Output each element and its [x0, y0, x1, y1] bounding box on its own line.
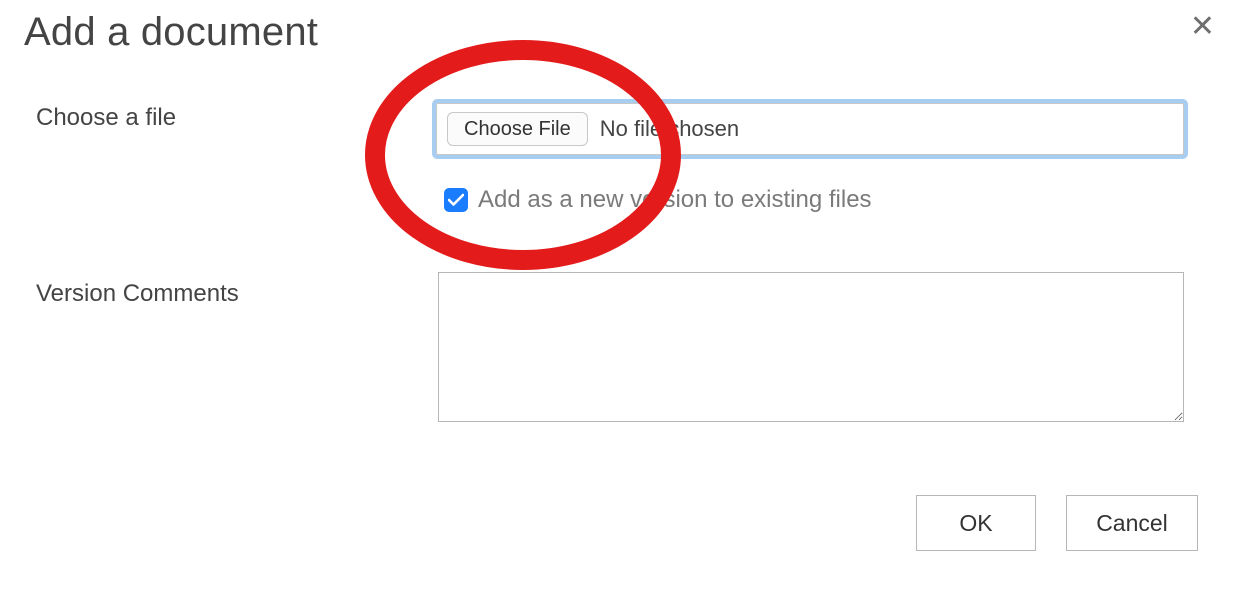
new-version-checkbox[interactable]: [444, 188, 468, 212]
version-comments-input[interactable]: [438, 272, 1184, 422]
choose-file-row: Choose a file: [36, 104, 436, 132]
file-input[interactable]: Choose File No file chosen: [436, 103, 1184, 155]
choose-file-label: Choose a file: [36, 104, 436, 132]
version-comments-row: Version Comments: [36, 280, 436, 308]
close-icon[interactable]: ✕: [1190, 12, 1215, 42]
dialog-title: Add a document: [24, 10, 318, 55]
new-version-row: Add as a new version to existing files: [444, 186, 872, 214]
choose-file-button[interactable]: Choose File: [447, 112, 588, 146]
add-document-dialog: Add a document ✕ Choose a file Choose Fi…: [0, 0, 1237, 606]
annotation-ellipse: [362, 38, 684, 272]
version-comments-label: Version Comments: [36, 280, 436, 308]
file-status-text: No file chosen: [600, 116, 739, 142]
new-version-label: Add as a new version to existing files: [478, 186, 872, 214]
ok-button[interactable]: OK: [916, 495, 1036, 551]
cancel-button[interactable]: Cancel: [1066, 495, 1198, 551]
